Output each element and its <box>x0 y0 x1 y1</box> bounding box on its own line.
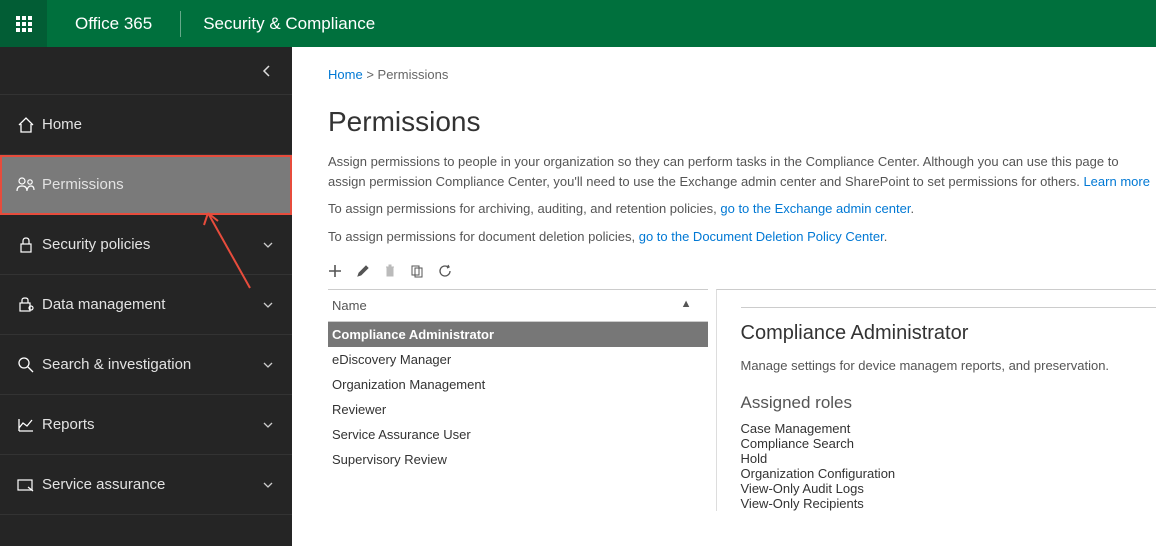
app-title: Security & Compliance <box>181 14 397 34</box>
table-row[interactable]: Reviewer <box>328 397 708 422</box>
assigned-roles-heading: Assigned roles <box>741 393 1156 413</box>
sidebar-item-home[interactable]: Home <box>0 95 292 155</box>
table-row[interactable]: Service Assurance User <box>328 422 708 447</box>
breadcrumb-separator: > <box>366 67 374 82</box>
sidebar: Home Permissions Security policies Data … <box>0 47 292 546</box>
table-header[interactable]: Name ▲ <box>328 290 708 322</box>
page-description-2: To assign permissions for archiving, aud… <box>292 199 1156 227</box>
details-title: Compliance Administrator <box>741 322 1156 345</box>
sidebar-item-label: Permissions <box>40 176 292 193</box>
breadcrumb: Home > Permissions <box>292 47 1156 88</box>
assigned-role: Hold <box>741 451 1156 466</box>
assigned-role: Compliance Search <box>741 436 1156 451</box>
sidebar-item-permissions[interactable]: Permissions <box>0 155 292 215</box>
roles-table: Name ▲ Compliance Administrator eDiscove… <box>328 289 708 472</box>
sidebar-item-label: Data management <box>40 296 262 313</box>
search-icon <box>17 356 35 374</box>
sidebar-item-label: Reports <box>40 416 262 433</box>
sort-ascending-icon: ▲ <box>681 298 692 313</box>
breadcrumb-current: Permissions <box>378 67 449 82</box>
pencil-icon <box>356 264 370 278</box>
chart-icon <box>17 416 35 434</box>
table-row[interactable]: eDiscovery Manager <box>328 347 708 372</box>
people-icon <box>16 176 36 194</box>
lock-icon <box>18 236 34 254</box>
table-row[interactable]: Organization Management <box>328 372 708 397</box>
assigned-role: Case Management <box>741 421 1156 436</box>
waffle-icon <box>16 16 32 32</box>
assurance-icon <box>16 477 36 493</box>
assigned-role: Organization Configuration <box>741 466 1156 481</box>
sidebar-item-service-assurance[interactable]: Service assurance <box>0 455 292 515</box>
edit-button[interactable] <box>356 264 370 281</box>
assigned-role: View-Only Audit Logs <box>741 481 1156 496</box>
sidebar-item-label: Search & investigation <box>40 356 262 373</box>
trash-icon <box>384 264 396 278</box>
chevron-down-icon <box>262 241 274 249</box>
refresh-icon <box>438 264 452 278</box>
column-header-name: Name <box>332 298 367 313</box>
page-title: Permissions <box>292 88 1156 152</box>
sidebar-item-security-policies[interactable]: Security policies <box>0 215 292 275</box>
sidebar-item-reports[interactable]: Reports <box>0 395 292 455</box>
copy-icon <box>410 264 424 278</box>
app-launcher-button[interactable] <box>0 0 47 47</box>
sidebar-item-data-management[interactable]: Data management <box>0 275 292 335</box>
details-description: Manage settings for device managem repor… <box>741 357 1156 375</box>
document-deletion-link[interactable]: go to the Document Deletion Policy Cente… <box>639 229 884 244</box>
chevron-down-icon <box>262 481 274 489</box>
plus-icon <box>328 264 342 278</box>
chevron-down-icon <box>262 421 274 429</box>
assigned-role: View-Only Recipients <box>741 496 1156 511</box>
sidebar-collapse-button[interactable] <box>0 47 292 95</box>
brand-label[interactable]: Office 365 <box>47 14 180 34</box>
table-row[interactable]: Supervisory Review <box>328 447 708 472</box>
exchange-admin-link[interactable]: go to the Exchange admin center <box>720 201 910 216</box>
add-button[interactable] <box>328 264 342 281</box>
sidebar-item-search-investigation[interactable]: Search & investigation <box>0 335 292 395</box>
page-description-1: Assign permissions to people in your org… <box>292 152 1156 199</box>
copy-button[interactable] <box>410 264 424 281</box>
page-description-3: To assign permissions for document delet… <box>292 227 1156 255</box>
toolbar <box>292 254 1156 289</box>
chevron-down-icon <box>262 301 274 309</box>
chevron-left-icon <box>262 64 272 78</box>
delete-button[interactable] <box>384 264 396 281</box>
sidebar-item-label: Security policies <box>40 236 262 253</box>
details-pane: Compliance Administrator Manage settings… <box>716 289 1156 511</box>
refresh-button[interactable] <box>438 264 452 281</box>
breadcrumb-home-link[interactable]: Home <box>328 67 363 82</box>
top-bar: Office 365 Security & Compliance <box>0 0 1156 47</box>
sidebar-item-label: Service assurance <box>40 476 262 493</box>
data-icon <box>17 296 35 314</box>
table-row[interactable]: Compliance Administrator <box>328 322 708 347</box>
learn-more-link[interactable]: Learn more <box>1083 174 1149 189</box>
sidebar-item-label: Home <box>40 116 292 133</box>
main-content: Home > Permissions Permissions Assign pe… <box>292 47 1156 546</box>
chevron-down-icon <box>262 361 274 369</box>
home-icon <box>17 116 35 134</box>
